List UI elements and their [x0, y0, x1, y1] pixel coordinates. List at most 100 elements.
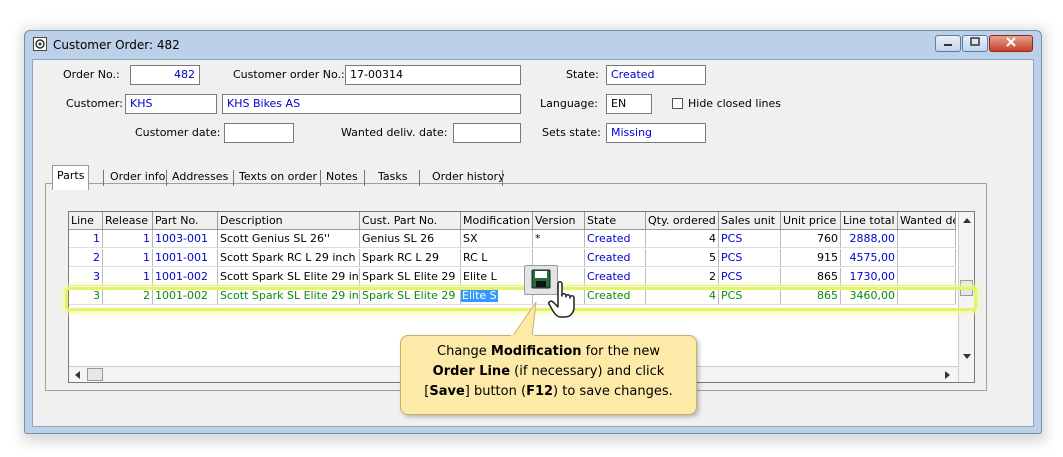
cell-part-no[interactable]: 1001-002: [153, 268, 218, 286]
table-row[interactable]: 3 1 1001-002 Scott Spark SL Elite 29 inc Spa…: [69, 268, 956, 286]
cell-unit-price[interactable]: 915: [781, 249, 841, 267]
cell-qty-ordered[interactable]: 5: [646, 249, 719, 267]
cell-modification[interactable]: Elite L: [461, 268, 533, 286]
cell-line[interactable]: 3: [69, 268, 103, 286]
cell-sales-unit[interactable]: PCS: [719, 287, 781, 305]
col-header-cust-part-no[interactable]: Cust. Part No.: [360, 212, 461, 230]
scroll-down-icon[interactable]: [963, 354, 971, 360]
cell-part-no[interactable]: 1003-001: [153, 230, 218, 248]
cell-part-no[interactable]: 1001-001: [153, 249, 218, 267]
tab-tasks[interactable]: Tasks: [374, 167, 411, 188]
col-header-wanted-deliv[interactable]: Wanted deliv: [898, 212, 956, 230]
customer-order-no-field[interactable]: 17-00314: [345, 65, 521, 85]
order-no-field[interactable]: 482: [130, 65, 200, 85]
customer-name-field: KHS Bikes AS: [222, 94, 521, 114]
col-header-release[interactable]: Release: [103, 212, 153, 230]
col-header-line[interactable]: Line: [69, 212, 103, 230]
horizontal-scroll-thumb[interactable]: [87, 368, 103, 381]
callout-line-3: [Save] button (F12) to save changes.: [401, 382, 696, 402]
col-header-unit-price[interactable]: Unit price: [781, 212, 841, 230]
cell-line[interactable]: 1: [69, 230, 103, 248]
table-row[interactable]: 2 1 1001-001 Scott Spark RC L 29 inch Spark …: [69, 249, 956, 267]
cell-qty-ordered[interactable]: 2: [646, 268, 719, 286]
cell-wanted-deliv[interactable]: [898, 268, 956, 286]
cell-release[interactable]: 1: [103, 249, 153, 267]
cell-line[interactable]: 3: [69, 287, 103, 305]
customer-date-field[interactable]: [224, 123, 294, 143]
col-header-part-no[interactable]: Part No.: [153, 212, 218, 230]
col-header-line-total[interactable]: Line total: [841, 212, 898, 230]
cell-description[interactable]: Scott Genius SL 26'': [218, 230, 360, 248]
cell-unit-price[interactable]: 760: [781, 230, 841, 248]
tab-separator: [103, 170, 104, 186]
customer-code-field[interactable]: KHS: [125, 94, 217, 114]
tab-addresses[interactable]: Addresses: [168, 167, 232, 188]
cell-wanted-deliv[interactable]: [898, 287, 956, 305]
hide-closed-lines-checkbox[interactable]: [672, 98, 683, 109]
vertical-scroll-thumb[interactable]: [960, 280, 973, 296]
scroll-left-icon[interactable]: [74, 371, 80, 379]
title-bar[interactable]: Customer Order: 482: [25, 31, 1041, 59]
callout-line-1: Change Modification for the new: [401, 342, 696, 362]
scroll-right-icon[interactable]: [945, 371, 951, 379]
cell-release[interactable]: 2: [103, 287, 153, 305]
cell-state[interactable]: Created: [585, 268, 646, 286]
customer-order-no-label: Customer order No.:: [233, 68, 345, 81]
tab-texts-on-order[interactable]: Texts on order: [235, 167, 321, 188]
cell-qty-ordered[interactable]: 4: [646, 230, 719, 248]
sets-state-field: Missing: [606, 123, 706, 143]
cell-wanted-deliv[interactable]: [898, 249, 956, 267]
tab-separator: [419, 170, 420, 186]
table-row[interactable]: 1 1 1003-001 Scott Genius SL 26'' Genius SL …: [69, 230, 956, 248]
cell-line-total[interactable]: 1730,00: [841, 268, 898, 286]
wanted-deliv-date-field[interactable]: [453, 123, 521, 143]
order-no-label: Order No.:: [63, 68, 120, 81]
cell-wanted-deliv[interactable]: [898, 230, 956, 248]
language-field[interactable]: EN: [606, 94, 652, 114]
cell-release[interactable]: 1: [103, 268, 153, 286]
cell-unit-price[interactable]: 865: [781, 268, 841, 286]
col-header-description[interactable]: Description: [218, 212, 360, 230]
col-header-qty-ordered[interactable]: Qty. ordered: [646, 212, 719, 230]
cell-description[interactable]: Scott Spark RC L 29 inch: [218, 249, 360, 267]
cell-line-total[interactable]: 4575,00: [841, 249, 898, 267]
modification-edit-selection[interactable]: Elite S: [461, 289, 498, 302]
col-header-sales-unit[interactable]: Sales unit: [719, 212, 781, 230]
cell-cust-part-no[interactable]: Genius SL 26: [360, 230, 461, 248]
tab-order-info[interactable]: Order info: [106, 167, 169, 188]
cell-line[interactable]: 2: [69, 249, 103, 267]
cell-cust-part-no[interactable]: Spark SL Elite 29: [360, 287, 461, 305]
col-header-state[interactable]: State: [585, 212, 646, 230]
cell-release[interactable]: 1: [103, 230, 153, 248]
cell-part-no[interactable]: 1001-002: [153, 287, 218, 305]
cell-cust-part-no[interactable]: Spark RC L 29: [360, 249, 461, 267]
cell-line-total[interactable]: 3460,00: [841, 287, 898, 305]
cell-sales-unit[interactable]: PCS: [719, 249, 781, 267]
cell-description[interactable]: Scott Spark SL Elite 29 inc: [218, 287, 360, 305]
tab-separator: [166, 170, 167, 186]
cell-sales-unit[interactable]: PCS: [719, 268, 781, 286]
cell-state[interactable]: Created: [585, 230, 646, 248]
cell-line-total[interactable]: 2888,00: [841, 230, 898, 248]
cell-unit-price[interactable]: 865: [781, 287, 841, 305]
minimize-button[interactable]: [935, 35, 961, 52]
cell-state[interactable]: Created: [585, 249, 646, 267]
cell-version[interactable]: *: [533, 230, 585, 248]
cell-state[interactable]: Created: [585, 287, 646, 305]
cell-modification[interactable]: SX: [461, 230, 533, 248]
scroll-up-icon[interactable]: [963, 217, 971, 223]
cell-description[interactable]: Scott Spark SL Elite 29 inc: [218, 268, 360, 286]
cell-qty-ordered[interactable]: 4: [646, 287, 719, 305]
tab-parts[interactable]: Parts: [52, 165, 90, 190]
tab-notes[interactable]: Notes: [322, 167, 362, 188]
vertical-scrollbar[interactable]: [958, 212, 974, 382]
col-header-modification[interactable]: Modification: [461, 212, 533, 230]
cell-sales-unit[interactable]: PCS: [719, 230, 781, 248]
hand-cursor-icon: [548, 281, 575, 318]
close-button[interactable]: [989, 35, 1033, 52]
cell-modification[interactable]: RC L: [461, 249, 533, 267]
col-header-version[interactable]: Version: [533, 212, 585, 230]
maximize-button[interactable]: [962, 35, 988, 52]
tab-order-history[interactable]: Order history: [428, 167, 509, 188]
cell-cust-part-no[interactable]: Spark SL Elite 29: [360, 268, 461, 286]
